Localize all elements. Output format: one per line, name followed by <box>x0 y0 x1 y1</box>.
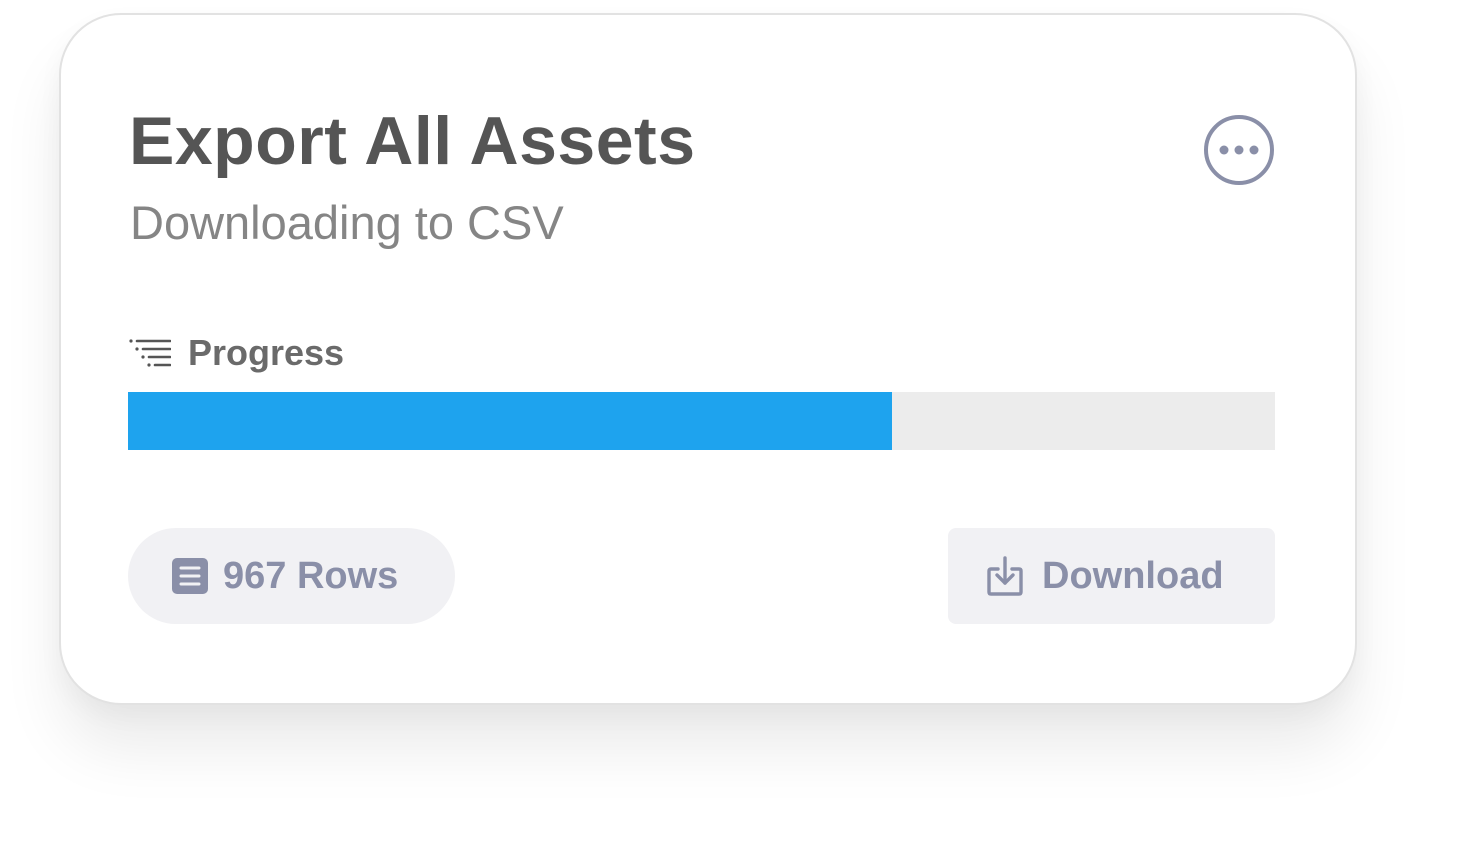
card-title: Export All Assets <box>129 103 696 179</box>
row-count-badge: 967 Rows <box>128 528 455 624</box>
ellipsis-circle-icon <box>1204 115 1274 185</box>
download-tray-icon <box>987 556 1023 596</box>
download-label: Download <box>1042 554 1224 597</box>
more-options-button[interactable] <box>1204 115 1274 185</box>
progress-header: Progress <box>129 332 345 373</box>
document-icon <box>172 558 208 594</box>
row-count-label: 967 Rows <box>223 554 399 597</box>
export-card: Export All Assets Downloading to CSV Pro… <box>59 13 1357 705</box>
card-subtitle: Downloading to CSV <box>130 196 564 249</box>
progress-bar <box>128 392 1275 450</box>
download-button[interactable]: Download <box>948 528 1275 624</box>
list-icon <box>129 339 171 367</box>
progress-bar-fill <box>128 392 892 450</box>
progress-label: Progress <box>188 332 345 373</box>
